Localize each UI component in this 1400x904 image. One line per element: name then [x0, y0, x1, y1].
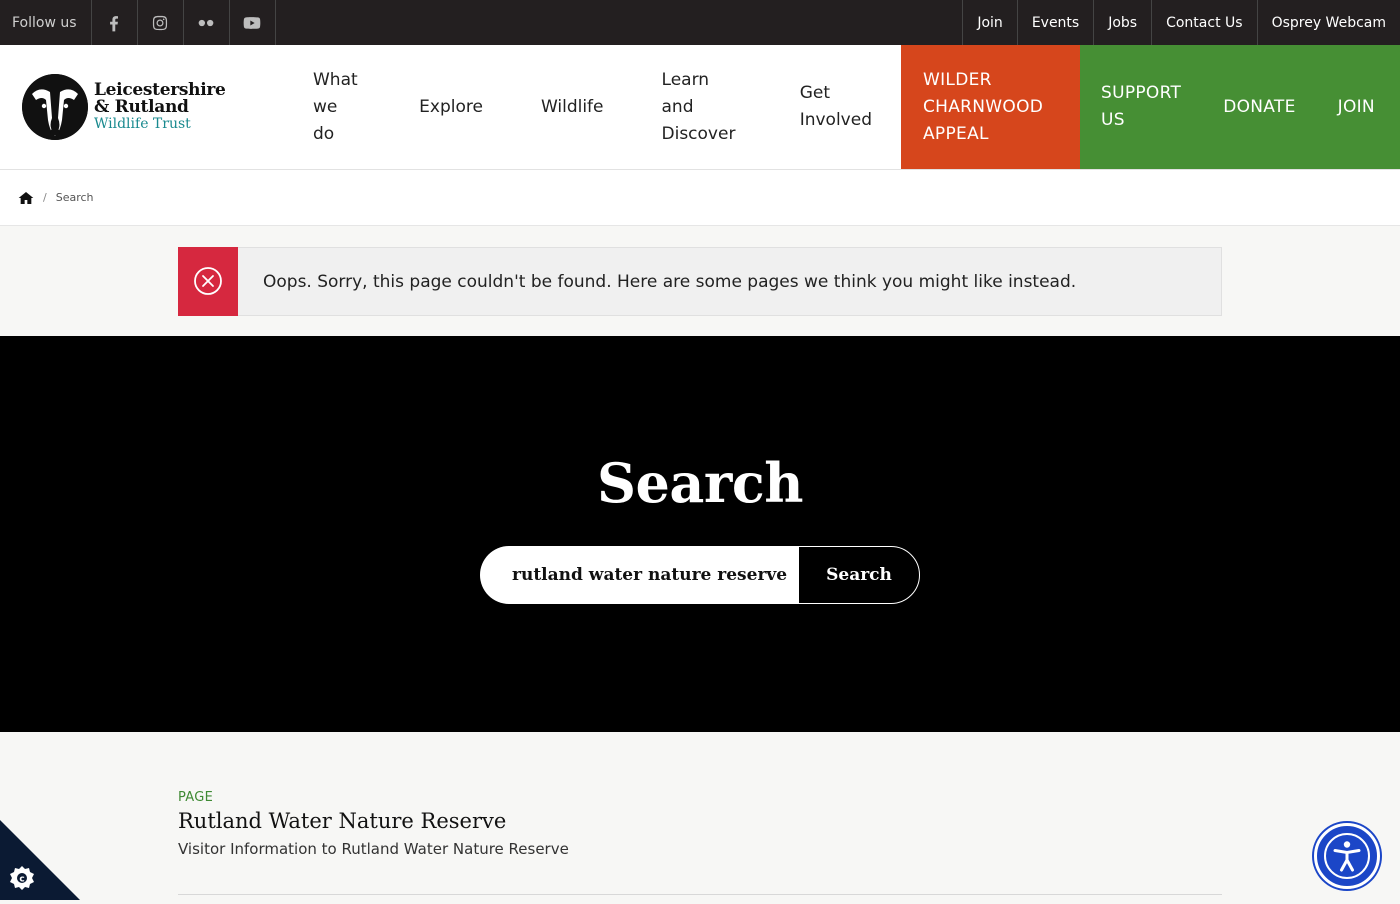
appeal-line1: WILDER — [923, 69, 992, 90]
breadcrumb-separator: / — [43, 191, 47, 204]
breadcrumb-current: Search — [55, 191, 94, 204]
nav-explore[interactable]: Explore — [390, 94, 512, 121]
follow-us-label: Follow us — [0, 0, 92, 45]
instagram-icon — [152, 15, 168, 30]
search-result: PAGE Rutland Water Nature Reserve Visito… — [178, 790, 1222, 858]
facebook-link[interactable] — [92, 0, 138, 45]
nav-get-involved-line1: Get — [799, 83, 831, 103]
nav-what-we-do-line2: we do — [313, 96, 338, 144]
search-button[interactable]: Search — [798, 546, 920, 604]
toplink-jobs[interactable]: Jobs — [1093, 0, 1151, 45]
utility-links: Join Events Jobs Contact Us Osprey Webca… — [962, 0, 1400, 45]
result-type: PAGE — [178, 790, 214, 805]
nav-learn-line2: Discover — [661, 123, 736, 144]
instagram-link[interactable] — [138, 0, 184, 45]
main-navigation: What we do Explore Wildlife Learn and Di… — [284, 45, 901, 169]
support-group: SUPPORT US DONATE JOIN — [1080, 45, 1400, 169]
logo-wordmark: Leicestershire & Rutland Wildlife Trust — [94, 79, 226, 133]
site-header: Leicestershire & Rutland Wildlife Trust … — [0, 45, 1400, 170]
flickr-icon — [198, 19, 214, 26]
alert-message: Oops. Sorry, this page couldn't be found… — [263, 271, 1077, 292]
cookie-settings-button[interactable]: c — [0, 820, 80, 900]
search-title: Search — [597, 451, 803, 515]
accessibility-icon — [1324, 833, 1370, 879]
badger-logo-icon — [22, 74, 88, 140]
wilder-charnwood-appeal-button[interactable]: WILDER CHARNWOOD APPEAL — [901, 45, 1080, 169]
appeal-line3: APPEAL — [923, 123, 989, 144]
result-description: Visitor Information to Rutland Water Nat… — [178, 840, 569, 858]
top-bar: Follow us Join Events Jobs Contact Us Os… — [0, 0, 1400, 45]
nav-explore-label: Explore — [419, 96, 483, 117]
site-logo[interactable]: Leicestershire & Rutland Wildlife Trust — [0, 45, 284, 169]
toplink-events[interactable]: Events — [1016, 0, 1093, 45]
nav-what-we-do-line1: What — [313, 69, 358, 90]
logo-line-3: Wildlife Trust — [94, 115, 191, 132]
youtube-link[interactable] — [230, 0, 276, 45]
result-divider — [178, 894, 1222, 895]
alert-icon-box — [178, 246, 238, 316]
nav-get-involved[interactable]: Get Involved — [771, 80, 901, 134]
close-circle-icon — [194, 267, 222, 295]
accessibility-button[interactable] — [1314, 823, 1380, 889]
toplink-osprey-webcam[interactable]: Osprey Webcam — [1256, 0, 1400, 45]
nav-wildlife[interactable]: Wildlife — [512, 94, 633, 121]
join-button[interactable]: JOIN — [1317, 45, 1396, 169]
error-alert: Oops. Sorry, this page couldn't be found… — [178, 246, 1222, 316]
toplink-contact-us[interactable]: Contact Us — [1151, 0, 1256, 45]
logo-line-1: Leicestershire — [94, 79, 226, 100]
support-line2: US — [1101, 110, 1125, 130]
nav-learn-and-discover[interactable]: Learn and Discover — [633, 67, 771, 148]
donate-button[interactable]: DONATE — [1202, 45, 1316, 169]
support-line1: SUPPORT — [1101, 83, 1182, 103]
breadcrumb: / Search — [0, 170, 1400, 226]
search-form: Search — [480, 546, 920, 604]
nav-learn-line1: Learn and — [661, 69, 710, 117]
appeal-line2: CHARNWOOD — [923, 96, 1044, 117]
logo-line-2: & Rutland — [94, 96, 189, 117]
search-input[interactable] — [480, 546, 798, 604]
flickr-link[interactable] — [184, 0, 230, 45]
youtube-icon — [243, 16, 261, 29]
home-icon[interactable] — [18, 190, 34, 206]
toplink-join[interactable]: Join — [962, 0, 1016, 45]
svg-text:c: c — [19, 875, 24, 885]
search-hero: Search Search — [0, 336, 1400, 732]
result-title-link[interactable]: Rutland Water Nature Reserve — [178, 809, 1222, 833]
nav-what-we-do[interactable]: What we do — [284, 67, 390, 148]
cookie-icon: c — [0, 820, 80, 900]
nav-wildlife-label: Wildlife — [540, 96, 604, 117]
support-us-button[interactable]: SUPPORT US — [1080, 45, 1202, 169]
nav-get-involved-line2: Involved — [799, 110, 872, 130]
facebook-icon — [110, 15, 119, 31]
